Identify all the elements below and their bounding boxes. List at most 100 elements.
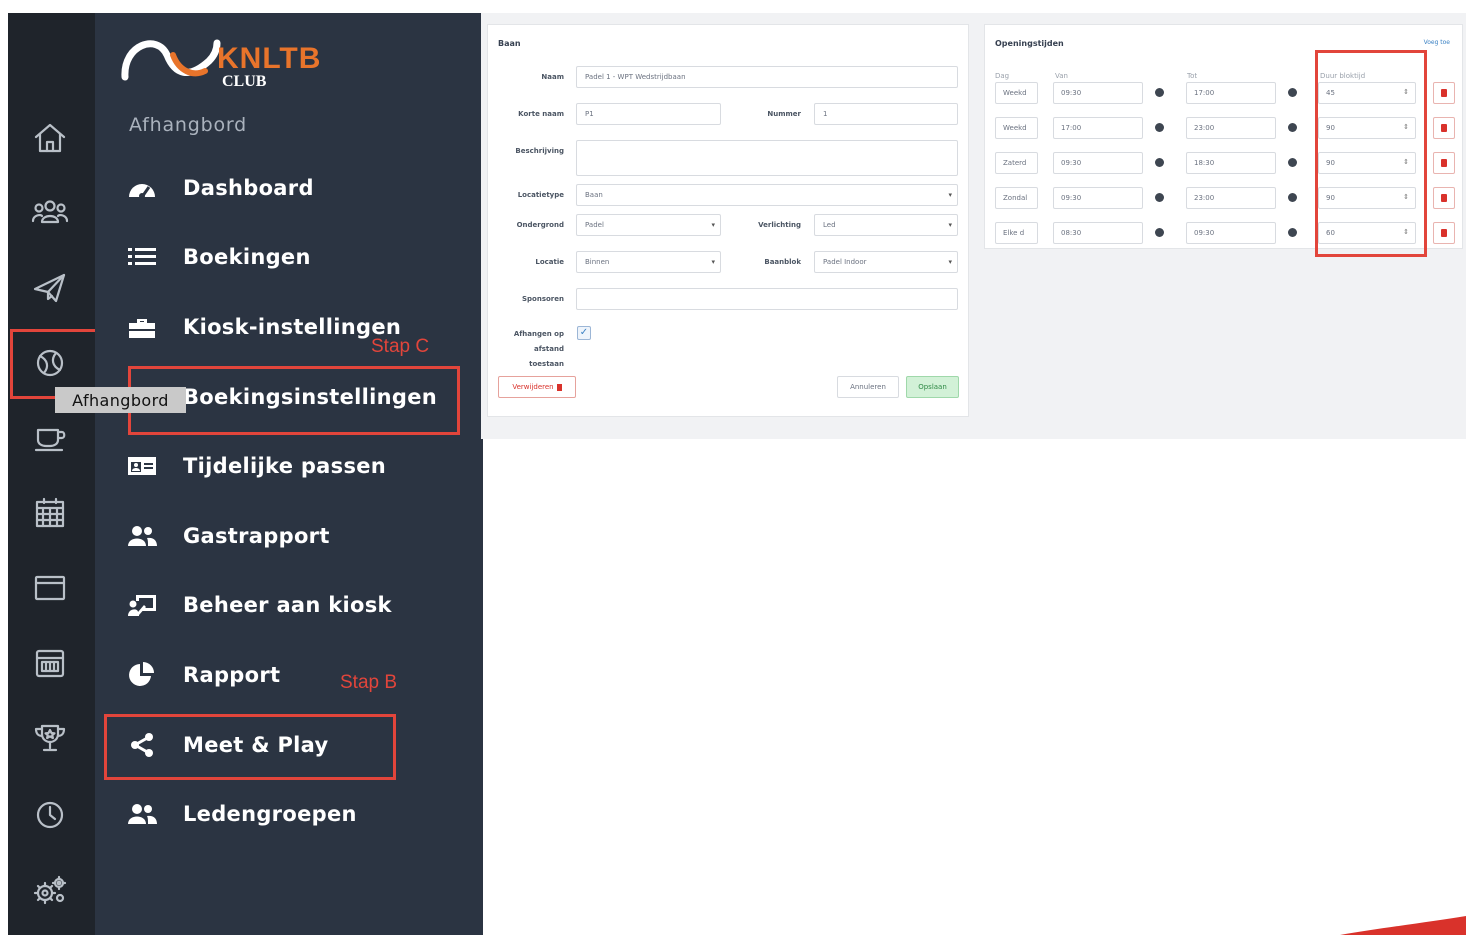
calculator-icon[interactable]	[24, 641, 76, 685]
svg-text:KNLTB: KNLTB	[217, 42, 321, 75]
dag-select[interactable]: Weekd	[995, 82, 1038, 104]
afhangen-label: Afhangen op afstand toestaan	[498, 327, 564, 372]
icon-rail	[8, 13, 95, 935]
delete-row-button[interactable]	[1433, 187, 1455, 209]
speedometer-icon	[125, 174, 159, 202]
afhangen-checkbox[interactable]: ✓	[577, 326, 591, 340]
knltb-club-logo[interactable]: KNLTB CLUB	[119, 25, 349, 93]
nav-item-ledengroepen[interactable]: Ledengroepen	[125, 792, 357, 836]
clock-icon[interactable]	[1288, 228, 1297, 237]
dag-value: Weekd	[1003, 124, 1027, 132]
delete-row-button[interactable]	[1433, 82, 1455, 104]
van-value: 09:30	[1061, 89, 1082, 97]
nav-item-tijdelijke-passen[interactable]: Tijdelijke passen	[125, 444, 386, 488]
korte-naam-value: P1	[585, 110, 594, 118]
clock-icon[interactable]	[1155, 193, 1164, 202]
clock-icon[interactable]	[1155, 88, 1164, 97]
afhangen-label-line: toestaan	[529, 360, 564, 368]
locatietype-select[interactable]: Baan ▾	[576, 184, 958, 206]
tot-time-input[interactable]: 17:00	[1186, 82, 1276, 104]
van-time-input[interactable]: 09:30	[1053, 152, 1143, 174]
browser-window-icon[interactable]	[24, 566, 76, 610]
van-time-input[interactable]: 09:30	[1053, 82, 1143, 104]
openingstijden-card-title: Openingstijden	[995, 39, 1064, 48]
locatie-select[interactable]: Binnen ▾	[576, 251, 721, 273]
id-card-icon	[125, 452, 159, 480]
verlichting-value: Led	[823, 221, 836, 229]
add-opening-hours-link[interactable]: Voeg toe	[1424, 39, 1450, 46]
users-group-icon	[125, 800, 159, 828]
ondergrond-select[interactable]: Padel ▾	[576, 214, 721, 236]
save-button[interactable]: Opslaan	[906, 376, 959, 398]
dag-select[interactable]: Weekd	[995, 117, 1038, 139]
nav-item-label: Kiosk-instellingen	[183, 315, 402, 339]
clock-icon[interactable]	[1288, 123, 1297, 132]
van-time-input[interactable]: 09:30	[1053, 187, 1143, 209]
select-caret-icon: ▾	[711, 258, 715, 266]
cancel-button[interactable]: Annuleren	[837, 376, 899, 398]
trophy-icon[interactable]	[24, 716, 76, 760]
nav-item-label: Dashboard	[183, 176, 314, 200]
korte-naam-label: Korte naam	[518, 110, 564, 118]
select-caret-icon: ▾	[948, 191, 952, 199]
brand-swoosh-graphic	[1340, 916, 1466, 935]
clock-icon[interactable]	[1288, 158, 1297, 167]
clock-icon[interactable]	[1155, 123, 1164, 132]
dag-select[interactable]: Zondal	[995, 187, 1038, 209]
toolbox-icon	[125, 313, 159, 341]
clock-icon[interactable]	[24, 793, 76, 837]
embedded-screenshot: Baan Naam Padel 1 - WPT Wedstrijdbaan Ko…	[481, 13, 1466, 439]
tot-value: 23:00	[1194, 194, 1215, 202]
svg-text:CLUB: CLUB	[222, 73, 267, 90]
afhangen-label-line: Afhangen op	[513, 330, 564, 338]
tot-time-input[interactable]: 23:00	[1186, 187, 1276, 209]
building-icon[interactable]	[24, 491, 76, 535]
clock-icon[interactable]	[1155, 228, 1164, 237]
tot-time-input[interactable]: 23:00	[1186, 117, 1276, 139]
delete-row-button[interactable]	[1433, 222, 1455, 244]
korte-naam-input[interactable]: P1	[576, 103, 721, 125]
tot-time-input[interactable]: 09:30	[1186, 222, 1276, 244]
nav-item-boekingen[interactable]: Boekingen	[125, 235, 311, 279]
tot-value: 09:30	[1194, 229, 1215, 237]
nav-item-kiosk-instellingen[interactable]: Kiosk-instellingen	[125, 305, 401, 349]
select-caret-icon: ▾	[711, 221, 715, 229]
sponsoren-input[interactable]	[576, 288, 958, 310]
delete-row-button[interactable]	[1433, 152, 1455, 174]
ondergrond-label: Ondergrond	[516, 221, 564, 229]
dag-select[interactable]: Zaterd	[995, 152, 1038, 174]
locatie-value: Binnen	[585, 258, 610, 266]
beschrijving-textarea[interactable]	[576, 140, 958, 176]
dag-value: Zondal	[1003, 194, 1028, 202]
tooltip-afhangbord: Afhangbord	[55, 387, 186, 413]
trash-icon	[1441, 124, 1447, 132]
van-time-input[interactable]: 08:30	[1053, 222, 1143, 244]
tot-value: 18:30	[1194, 159, 1215, 167]
baanblok-select[interactable]: Padel Indoor ▾	[814, 251, 958, 273]
nav-item-label: Gastrapport	[183, 524, 330, 548]
nav-item-label: Ledengroepen	[183, 802, 357, 826]
delete-row-button[interactable]	[1433, 117, 1455, 139]
members-icon[interactable]	[24, 191, 76, 235]
verlichting-select[interactable]: Led ▾	[814, 214, 958, 236]
clock-icon[interactable]	[1155, 158, 1164, 167]
clock-icon[interactable]	[1288, 193, 1297, 202]
clock-icon[interactable]	[1288, 88, 1297, 97]
naam-input[interactable]: Padel 1 - WPT Wedstrijdbaan	[576, 66, 958, 88]
delete-button[interactable]: Verwijderen	[498, 376, 576, 398]
nav-item-rapport[interactable]: Rapport	[125, 653, 280, 697]
home-icon[interactable]	[24, 116, 76, 160]
settings-gears-icon[interactable]	[24, 868, 76, 912]
trash-icon	[1441, 89, 1447, 97]
send-icon[interactable]	[24, 266, 76, 310]
nummer-input[interactable]: 1	[814, 103, 958, 125]
nav-item-gastrapport[interactable]: Gastrapport	[125, 514, 330, 558]
pie-chart-icon	[125, 661, 159, 689]
coffee-cup-icon[interactable]	[24, 416, 76, 460]
dag-select[interactable]: Elke d	[995, 222, 1038, 244]
nav-item-dashboard[interactable]: Dashboard	[125, 166, 314, 210]
nav-item-beheer-aan-kiosk[interactable]: Beheer aan kiosk	[125, 583, 392, 627]
select-caret-icon: ▾	[948, 258, 952, 266]
van-time-input[interactable]: 17:00	[1053, 117, 1143, 139]
tot-time-input[interactable]: 18:30	[1186, 152, 1276, 174]
